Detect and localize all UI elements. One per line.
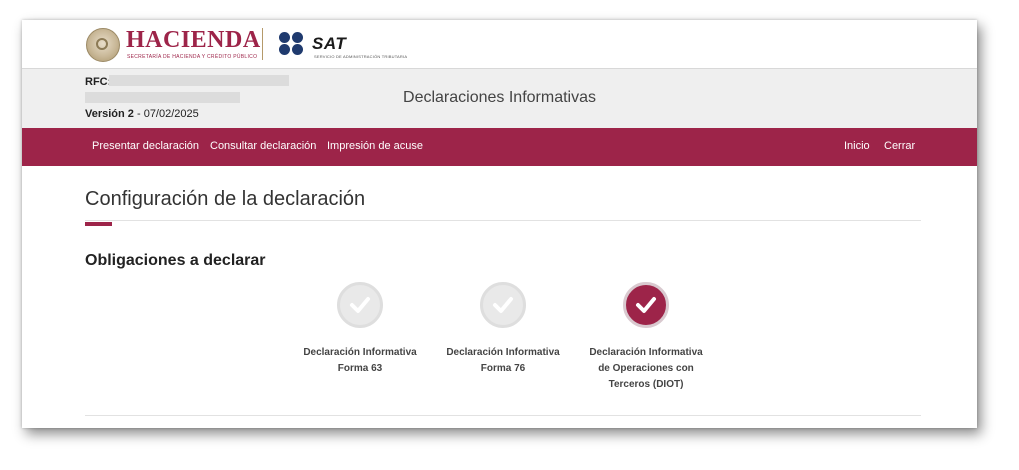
sat-logo-text: SAT <box>312 34 347 53</box>
title-divider <box>85 220 921 221</box>
app-title: Declaraciones Informativas <box>403 89 596 106</box>
main-nav: Presentar declaración Consultar declarac… <box>22 128 977 166</box>
rfc-redacted <box>109 75 289 86</box>
check-icon[interactable] <box>480 282 526 328</box>
logo-divider <box>262 28 263 60</box>
obligation-label-line: Declaración Informativa <box>446 347 560 358</box>
page-title: Configuración de la declaración <box>85 188 366 210</box>
obligation-label-line: Declaración Informativa <box>589 347 703 358</box>
nav-presentar-declaracion[interactable]: Presentar declaración <box>92 140 199 152</box>
check-icon[interactable] <box>337 282 383 328</box>
obligation-label: Declaración Informativa de Operaciones c… <box>581 345 711 393</box>
obligation-label: Declaración Informativa Forma 63 <box>295 345 425 377</box>
hacienda-logo-subtitle: SECRETARÍA DE HACIENDA Y CRÉDITO PÚBLICO <box>127 54 258 60</box>
header: HACIENDA SECRETARÍA DE HACIENDA Y CRÉDIT… <box>22 20 977 69</box>
obligation-label-line: Terceros (DIOT) <box>608 379 684 390</box>
mexico-seal-icon <box>86 28 120 62</box>
version-info: Versión 2 - 07/02/2025 <box>85 108 199 120</box>
obligation-label-line: Forma 63 <box>337 363 383 374</box>
sat-logo-subtitle: SERVICIO DE ADMINISTRACIÓN TRIBUTARIA <box>314 54 408 59</box>
app-window: HACIENDA SECRETARÍA DE HACIENDA Y CRÉDIT… <box>22 20 977 428</box>
obligation-label-line: de Operaciones con <box>598 363 694 374</box>
title-accent-bar <box>85 222 112 226</box>
obligation-label-line: Forma 76 <box>480 363 526 374</box>
check-selected-icon[interactable] <box>623 282 669 328</box>
bottom-divider <box>85 415 921 416</box>
obligation-label: Declaración Informativa Forma 76 <box>438 345 568 377</box>
section-title: Obligaciones a declarar <box>85 252 266 269</box>
nav-cerrar[interactable]: Cerrar <box>884 140 915 152</box>
nav-consultar-declaracion[interactable]: Consultar declaración <box>210 140 316 152</box>
hacienda-logo-text: HACIENDA <box>126 27 261 53</box>
nav-impresion-acuse[interactable]: Impresión de acuse <box>327 140 423 152</box>
nav-inicio[interactable]: Inicio <box>844 140 870 152</box>
sat-logo-icon <box>279 32 309 56</box>
obligation-label-line: Declaración Informativa <box>303 347 417 358</box>
taxpayer-info-bar: RFC: Versión 2 - 07/02/2025 Declaracione… <box>22 69 977 128</box>
rfc-label: RFC: <box>85 76 112 88</box>
version-date: - 07/02/2025 <box>133 108 199 120</box>
version-label: Versión 2 <box>85 108 134 120</box>
